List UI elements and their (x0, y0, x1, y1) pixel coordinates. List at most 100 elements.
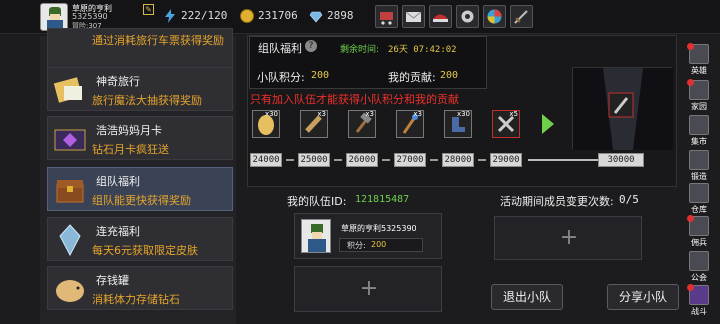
reward-qty: x30 (456, 110, 470, 118)
lightning-icon (163, 9, 177, 23)
guild-icon (689, 251, 709, 271)
remaining-time-label: 剩余时间: (340, 45, 380, 55)
energy-value: 222/120 (181, 9, 228, 22)
reward-item[interactable]: x3 (396, 110, 424, 138)
sidebar-item-desc: 旅行魔法大抽获得奖励 (92, 94, 202, 107)
sidebar-item-title: 存钱罐 (96, 274, 129, 287)
nav-label: 仓库 (691, 205, 707, 214)
nav-label: 家园 (691, 102, 707, 111)
sidebar-item-magic-travel[interactable]: 神奇旅行 旅行魔法大抽获得奖励 (47, 67, 233, 111)
reward-item[interactable]: x3 (300, 110, 328, 138)
member-avatar (301, 219, 331, 253)
remaining-time-value: 26天 07:42:02 (388, 45, 457, 55)
plus-icon: + (359, 276, 379, 301)
edit-name-icon[interactable]: ✎ (143, 4, 154, 15)
sidebar-item-title: 组队福利 (96, 175, 140, 188)
spin-wheel-icon[interactable] (483, 5, 506, 28)
gold-resource: 231706 (240, 6, 310, 26)
plus-icon: + (559, 225, 579, 250)
panel-title: 组队福利 (258, 42, 302, 55)
reward-qty: x3 (365, 110, 374, 118)
sidebar-item-desc: 每天6元获取限定皮肤 (92, 244, 198, 257)
member-points-label: 积分: (347, 241, 366, 250)
sidebar-item-desc: 钻石月卡疯狂送 (92, 143, 169, 156)
nav-market[interactable]: 集市 (685, 114, 713, 148)
player-avatar[interactable] (40, 3, 68, 31)
nav-home[interactable]: 家园 (685, 79, 713, 113)
sidebar-item-title: 连充福利 (96, 225, 140, 238)
empty-member-slot[interactable]: + (494, 216, 642, 260)
reward-qty: x30 (264, 110, 278, 118)
leave-team-button[interactable]: 退出小队 (491, 284, 563, 310)
event-sidebar: 通过消耗旅行车票获得奖励 神奇旅行 旅行魔法大抽获得奖励 浩浩妈妈月卡 钻石月卡… (40, 28, 236, 324)
milestone: 26000 (346, 153, 378, 167)
sidebar-item-desc: 通过消耗旅行车票获得奖励 (92, 34, 224, 47)
market-icon (689, 115, 709, 135)
sidebar-item-desc: 消耗体力存储钻石 (92, 293, 180, 306)
diamond-icon (309, 9, 323, 23)
next-arrow-icon[interactable] (540, 112, 556, 139)
member-points-value: 200 (371, 240, 387, 249)
reward-item[interactable]: x30 (252, 110, 280, 138)
sidebar-item-travel-ticket[interactable]: 通过消耗旅行车票获得奖励 (47, 28, 233, 72)
team-id-value: 121815487 (355, 194, 410, 205)
piggy-bank-icon (52, 271, 88, 307)
team-id-label: 我的队伍ID: (287, 195, 347, 208)
nav-mercenary[interactable]: 佣兵 (685, 215, 713, 249)
team-points-value: 200 (311, 70, 330, 81)
nav-guild[interactable]: 公会 (685, 250, 713, 284)
gold-value: 231706 (258, 9, 298, 22)
milestone: 24000 (250, 153, 282, 167)
notification-dot (687, 284, 694, 291)
nav-label: 公会 (691, 273, 707, 282)
sidebar-item-month-card[interactable]: 浩浩妈妈月卡 钻石月卡疯狂送 (47, 116, 233, 160)
cap-icon[interactable] (429, 5, 452, 28)
gold-coin-icon (240, 9, 254, 23)
nav-battle[interactable]: 战斗 (685, 284, 713, 318)
member-name: 草原的亨利5325390 (341, 224, 417, 233)
notification-dot (687, 215, 694, 222)
mail-icon[interactable] (402, 5, 425, 28)
travel-icon (52, 72, 88, 108)
nav-label: 战斗 (691, 307, 707, 316)
reward-item[interactable]: x3 (348, 110, 376, 138)
nav-hero[interactable]: 英雄 (685, 43, 713, 77)
member-change-value: 0/5 (619, 193, 639, 206)
sidebar-item-team-welfare[interactable]: 组队福利 组队能更快获得奖励 (47, 167, 233, 211)
sidebar-item-title: 神奇旅行 (96, 75, 140, 88)
crystal-icon (52, 222, 88, 258)
sidebar-item-recharge[interactable]: 连充福利 每天6元获取限定皮肤 (47, 217, 233, 261)
sidebar-item-title: 浩浩妈妈月卡 (96, 124, 162, 137)
reward-qty: x3 (413, 110, 422, 118)
milestone: 27000 (394, 153, 426, 167)
nav-label: 佣兵 (691, 238, 707, 247)
team-points-label: 小队积分: (257, 71, 305, 84)
reward-qty: x3 (317, 110, 326, 118)
help-icon[interactable]: ? (305, 40, 317, 52)
sidebar-item-piggy-bank[interactable]: 存钱罐 消耗体力存储钻石 (47, 266, 233, 310)
shop-cart-icon[interactable] (375, 5, 398, 28)
empty-member-slot[interactable]: + (294, 266, 442, 312)
reward-item[interactable]: x5 (492, 110, 520, 138)
notification-dot (687, 43, 694, 50)
ticket-icon (52, 33, 88, 69)
nav-warehouse[interactable]: 仓库 (685, 182, 713, 216)
my-contribution-label: 我的贡献: (388, 71, 436, 84)
nav-forge[interactable]: 锻造 (685, 149, 713, 183)
forge-icon (689, 150, 709, 170)
energy-resource: 222/120 (163, 6, 233, 26)
member-change-label: 活动期间成员变更次数: (500, 195, 614, 208)
notification-dot (687, 79, 694, 86)
diamond-resource: 2898 (309, 6, 369, 26)
settings-gear-icon[interactable] (456, 5, 479, 28)
sidebar-item-desc: 组队能更快获得奖励 (92, 194, 191, 207)
sword-icon[interactable] (510, 5, 533, 28)
share-team-button[interactable]: 分享小队 (607, 284, 679, 310)
progress-track (528, 159, 598, 161)
milestone: 25000 (298, 153, 330, 167)
nav-label: 锻造 (691, 172, 707, 181)
reward-item[interactable]: x30 (444, 110, 472, 138)
month-card-icon (52, 121, 88, 157)
member-card[interactable]: 草原的亨利5325390 积分: 200 (294, 213, 442, 259)
diamond-value: 2898 (327, 9, 354, 22)
